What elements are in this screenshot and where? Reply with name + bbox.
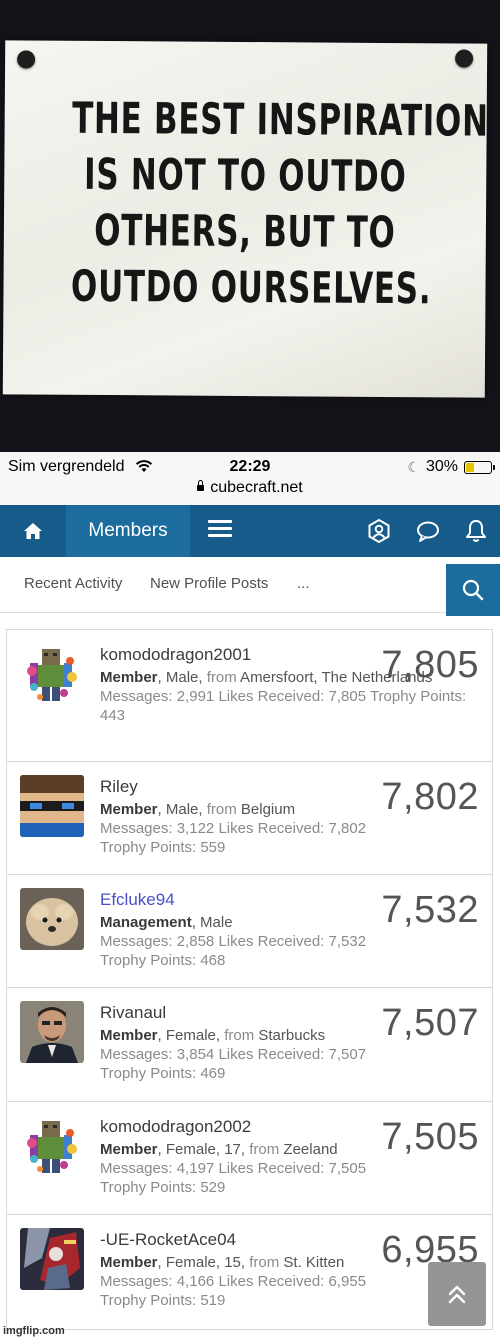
- member-details: , Female, 15,: [157, 1254, 250, 1271]
- battery-icon: [464, 460, 495, 474]
- double-chevron-up-icon: [448, 1285, 466, 1304]
- avatar[interactable]: [20, 643, 84, 705]
- search-icon: [462, 579, 484, 601]
- menu-icon[interactable]: [208, 520, 232, 542]
- member-stats: Messages: 4,166 Likes Received: 6,955 Tro…: [100, 1273, 367, 1309]
- member-score: 7,532: [381, 889, 479, 931]
- member-role: Member: [100, 1027, 158, 1044]
- member-list: komododragon2001 Member, Male, from Amer…: [6, 629, 493, 1330]
- member-role: Member: [100, 801, 158, 818]
- address-bar[interactable]: cubecraft.net: [0, 479, 500, 497]
- status-right: ☾ 30%: [407, 458, 495, 476]
- from-label: from: [206, 801, 237, 818]
- pin-icon: [17, 50, 36, 69]
- battery-percent: 30%: [425, 458, 458, 475]
- quote-line: IS NOT TO OUTDO: [83, 149, 407, 203]
- member-score: 7,507: [381, 1002, 479, 1044]
- from-label: from: [249, 1254, 280, 1271]
- member-location: Zeeland: [279, 1141, 338, 1158]
- alerts-icon[interactable]: [463, 518, 489, 544]
- list-item[interactable]: Efcluke94 Management, Male Messages: 2,8…: [6, 875, 493, 988]
- member-stats: Messages: 2,991 Likes Received: 7,805 Tr…: [100, 688, 467, 724]
- status-bar: Sim vergrendeld 22:29 ☾ 30% cubecraft.ne…: [0, 452, 500, 506]
- list-item[interactable]: komododragon2001 Member, Male, from Amer…: [6, 629, 493, 762]
- avatar[interactable]: [20, 1001, 84, 1063]
- subnav-new-profile-posts[interactable]: New Profile Posts: [150, 575, 268, 592]
- subnav-recent-activity[interactable]: Recent Activity: [24, 575, 122, 592]
- quote-text: THE BEST INSPIRATION IS NOT TO OUTDO OTH…: [70, 91, 489, 317]
- scroll-to-top-button[interactable]: [428, 1262, 486, 1326]
- quote-image: THE BEST INSPIRATION IS NOT TO OUTDO OTH…: [0, 0, 500, 452]
- quote-line: THE BEST INSPIRATION: [72, 93, 489, 147]
- search-button[interactable]: [446, 564, 500, 616]
- list-item[interactable]: Riley Member, Male, from Belgium Message…: [6, 762, 493, 875]
- account-icon[interactable]: [366, 518, 392, 544]
- avatar[interactable]: [20, 775, 84, 837]
- member-location: St. Kitten: [279, 1254, 345, 1271]
- from-label: from: [224, 1027, 255, 1044]
- moon-icon: ☾: [407, 458, 420, 475]
- list-item[interactable]: komododragon2002 Member, Female, 17, fro…: [6, 1102, 493, 1215]
- tab-members[interactable]: Members: [66, 505, 190, 557]
- quote-line: OUTDO OURSELVES.: [70, 261, 432, 315]
- member-details: , Male: [191, 914, 233, 931]
- member-stats: Messages: 2,858 Likes Received: 7,532 Tro…: [100, 933, 367, 969]
- avatar[interactable]: [20, 1228, 84, 1290]
- member-details: , Female,: [157, 1027, 225, 1044]
- member-details: , Female, 17,: [157, 1141, 250, 1158]
- member-stats: Messages: 3,122 Likes Received: 7,802 Tro…: [100, 820, 367, 856]
- member-location: Starbucks: [254, 1027, 326, 1044]
- home-icon: [24, 523, 42, 539]
- member-role: Member: [100, 669, 158, 686]
- member-score: 7,805: [381, 644, 479, 686]
- sub-nav: Recent Activity New Profile Posts ...: [0, 557, 500, 613]
- avatar[interactable]: [20, 888, 84, 950]
- avatar[interactable]: [20, 1115, 84, 1177]
- member-role: Management: [100, 914, 192, 931]
- list-item[interactable]: Rivanaul Member, Female, from Starbucks …: [6, 988, 493, 1102]
- subnav-more[interactable]: ...: [297, 575, 310, 592]
- member-location: Belgium: [236, 801, 296, 818]
- watermark: imgflip.com: [3, 1325, 65, 1337]
- home-button[interactable]: [0, 505, 66, 557]
- from-label: from: [249, 1141, 280, 1158]
- site-nav: Members: [0, 505, 500, 557]
- member-details: , Male,: [157, 801, 207, 818]
- from-label: from: [206, 669, 237, 686]
- member-details: , Male,: [157, 669, 207, 686]
- member-role: Member: [100, 1254, 158, 1271]
- pin-icon: [455, 49, 474, 68]
- member-stats: Messages: 4,197 Likes Received: 7,505 Tro…: [100, 1160, 367, 1196]
- list-item[interactable]: -UE-RocketAce04 Member, Female, 15, from…: [6, 1215, 493, 1330]
- lock-icon: [197, 480, 205, 491]
- quote-paper: THE BEST INSPIRATION IS NOT TO OUTDO OTH…: [2, 40, 489, 398]
- conversations-icon[interactable]: [415, 518, 441, 544]
- member-score: 7,802: [381, 776, 479, 818]
- member-role: Member: [100, 1141, 158, 1158]
- url-text: cubecraft.net: [210, 479, 303, 496]
- quote-line: OTHERS, BUT TO: [94, 205, 396, 259]
- member-score: 7,505: [381, 1116, 479, 1158]
- member-stats: Messages: 3,854 Likes Received: 7,507 Tro…: [100, 1046, 367, 1082]
